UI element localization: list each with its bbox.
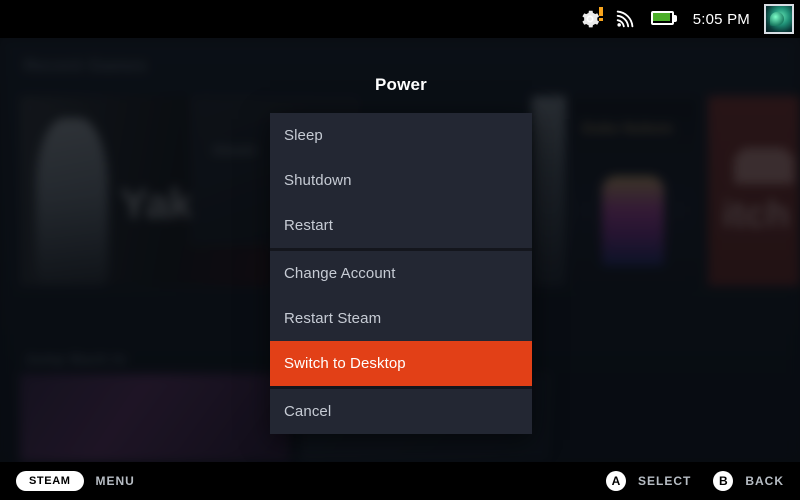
steam-button[interactable]: STEAM <box>16 471 84 491</box>
b-button-icon: B <box>713 471 734 491</box>
menu-item-label: Restart <box>284 217 334 234</box>
menu-item-shutdown[interactable]: Shutdown <box>270 158 532 203</box>
bottom-bar-right: A SELECT B BACK <box>605 471 784 491</box>
select-hint-label: SELECT <box>637 474 692 488</box>
menu-item-label: Change Account <box>284 265 396 282</box>
gear-icon[interactable] <box>579 7 603 30</box>
menu-item-label: Switch to Desktop <box>284 355 406 372</box>
power-menu: Sleep Shutdown Restart Change Account Re… <box>270 113 532 434</box>
clock: 5:05 PM <box>692 10 750 28</box>
steam-deck-screen: Recent Games Yakuza Steam Duke Nukem itc… <box>0 0 800 500</box>
menu-item-restart[interactable]: Restart <box>270 203 532 248</box>
menu-item-sleep[interactable]: Sleep <box>270 113 532 158</box>
menu-item-label: Restart Steam <box>284 310 382 327</box>
alert-badge-icon <box>598 7 603 21</box>
menu-item-restart-steam[interactable]: Restart Steam <box>270 296 532 341</box>
menu-item-switch-to-desktop[interactable]: Switch to Desktop <box>270 341 532 386</box>
power-menu-group-cancel: Cancel <box>270 389 532 434</box>
menu-item-cancel[interactable]: Cancel <box>270 389 532 434</box>
a-button-icon: A <box>605 471 626 491</box>
avatar[interactable] <box>764 4 794 34</box>
battery-tip <box>673 15 677 22</box>
bottom-bar: STEAM MENU A SELECT B BACK <box>0 462 800 500</box>
bottom-bar-left: STEAM MENU <box>16 471 135 491</box>
wifi-icon[interactable] <box>615 9 635 29</box>
select-hint[interactable]: A SELECT <box>605 471 692 491</box>
battery-icon[interactable] <box>650 11 679 27</box>
power-menu-group-session: Change Account Restart Steam Switch to D… <box>270 251 532 386</box>
battery-level <box>652 13 670 21</box>
menu-item-label: Cancel <box>284 403 332 420</box>
status-bar: 5:05 PM <box>0 0 800 38</box>
menu-hint-label: MENU <box>95 474 135 488</box>
page-title: Power <box>374 75 428 94</box>
menu-item-label: Shutdown <box>284 172 352 189</box>
power-menu-group-system: Sleep Shutdown Restart <box>270 113 532 248</box>
menu-item-change-account[interactable]: Change Account <box>270 251 532 296</box>
menu-item-label: Sleep <box>284 127 323 144</box>
back-hint-label: BACK <box>745 474 784 488</box>
back-hint[interactable]: B BACK <box>713 471 784 491</box>
